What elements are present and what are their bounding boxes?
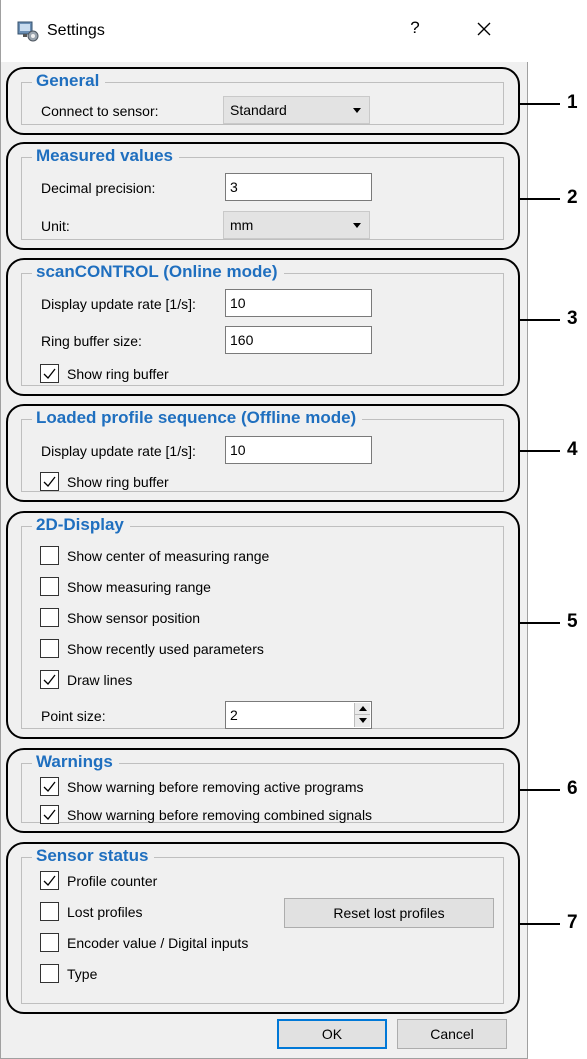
callout-1: 1 [567,92,578,113]
profile-counter-label: Profile counter [67,873,158,889]
ok-button[interactable]: OK [277,1019,387,1049]
callout-line-5 [520,622,560,624]
type-label: Type [67,966,98,982]
group-title-sensor-status: Sensor status [32,845,155,867]
point-size-label: Point size: [41,708,106,724]
settings-dialog: Settings ? General Connect to sensor: St… [0,0,528,1059]
group-sensor-status: Sensor status Profile counter Lost profi… [6,842,520,1014]
group-warnings: Warnings Show warning before removing ac… [6,748,520,833]
show-measuring-range-checkbox[interactable] [40,577,59,596]
draw-lines-checkbox[interactable] [40,670,59,689]
callout-7: 7 [567,912,578,933]
online-update-rate-label: Display update rate [1/s]: [41,296,196,312]
group-title-warnings: Warnings [32,751,119,773]
warn-combined-signals-checkbox[interactable] [40,805,59,824]
group-title-general: General [32,70,106,92]
warn-combined-signals-label: Show warning before removing combined si… [67,807,373,823]
show-sensor-position-checkbox[interactable] [40,608,59,627]
show-center-checkbox[interactable] [40,546,59,565]
point-size-spinbox[interactable]: 2 [225,701,372,729]
ring-buffer-size-label: Ring buffer size: [41,333,142,349]
check-icon [43,875,56,886]
callout-6: 6 [567,778,578,799]
offline-show-ring-buffer-label: Show ring buffer [67,474,169,490]
warn-active-programs-checkbox[interactable] [40,777,59,796]
encoder-value-label: Encoder value / Digital inputs [67,935,249,951]
draw-lines-label: Draw lines [67,672,133,688]
spin-down-icon[interactable] [355,715,370,727]
check-icon [43,781,56,792]
close-icon[interactable] [469,14,499,44]
check-icon [43,809,56,820]
unit-select[interactable]: mm [223,211,370,239]
offline-update-rate-input[interactable]: 10 [225,436,372,464]
group-title-2d-display: 2D-Display [32,514,130,536]
ring-buffer-size-input[interactable]: 160 [225,326,372,354]
online-show-ring-buffer-checkbox[interactable] [40,364,59,383]
type-checkbox[interactable] [40,964,59,983]
window-title: Settings [47,22,105,39]
callout-2: 2 [567,187,578,208]
group-offline-mode: Loaded profile sequence (Offline mode) D… [6,404,520,502]
callout-5: 5 [567,611,578,632]
callout-line-1 [520,103,560,105]
group-measured-values: Measured values Decimal precision: 3 Uni… [6,142,520,250]
check-icon [43,674,56,685]
callout-line-4 [520,450,560,452]
unit-label: Unit: [41,218,70,234]
decimal-precision-input[interactable]: 3 [225,173,372,201]
check-icon [43,368,56,379]
title-bar: Settings ? [1,0,528,62]
lost-profiles-checkbox[interactable] [40,902,59,921]
callout-line-7 [520,923,560,925]
callout-3: 3 [567,308,578,329]
check-icon [43,476,56,487]
offline-update-rate-label: Display update rate [1/s]: [41,443,196,459]
decimal-precision-label: Decimal precision: [41,180,156,196]
callout-line-2 [520,198,560,200]
online-update-rate-input[interactable]: 10 [225,289,372,317]
callout-4: 4 [567,439,578,460]
group-general: General Connect to sensor: Standard [6,67,520,135]
show-sensor-position-label: Show sensor position [67,610,201,626]
reset-lost-profiles-button[interactable]: Reset lost profiles [284,898,494,928]
group-title-measured: Measured values [32,145,180,167]
group-title-online: scanCONTROL (Online mode) [32,261,284,283]
callout-line-6 [520,789,560,791]
show-recent-params-label: Show recently used parameters [67,641,264,657]
cancel-button[interactable]: Cancel [397,1019,507,1049]
offline-show-ring-buffer-checkbox[interactable] [40,472,59,491]
settings-app-icon [17,21,39,42]
show-center-label: Show center of measuring range [67,548,270,564]
encoder-value-checkbox[interactable] [40,933,59,952]
online-show-ring-buffer-label: Show ring buffer [67,366,169,382]
chevron-down-icon [353,108,361,113]
show-measuring-range-label: Show measuring range [67,579,211,595]
callout-line-3 [520,319,560,321]
group-online-mode: scanCONTROL (Online mode) Display update… [6,258,520,396]
help-button[interactable]: ? [405,18,425,42]
show-recent-params-checkbox[interactable] [40,639,59,658]
group-2d-display: 2D-Display Show center of measuring rang… [6,511,520,739]
chevron-down-icon [353,223,361,228]
profile-counter-checkbox[interactable] [40,871,59,890]
connect-sensor-select[interactable]: Standard [223,96,370,124]
spin-up-icon[interactable] [355,703,370,715]
lost-profiles-label: Lost profiles [67,904,143,920]
warn-active-programs-label: Show warning before removing active prog… [67,779,364,795]
group-title-offline: Loaded profile sequence (Offline mode) [32,407,363,429]
connect-sensor-label: Connect to sensor: [41,103,159,119]
